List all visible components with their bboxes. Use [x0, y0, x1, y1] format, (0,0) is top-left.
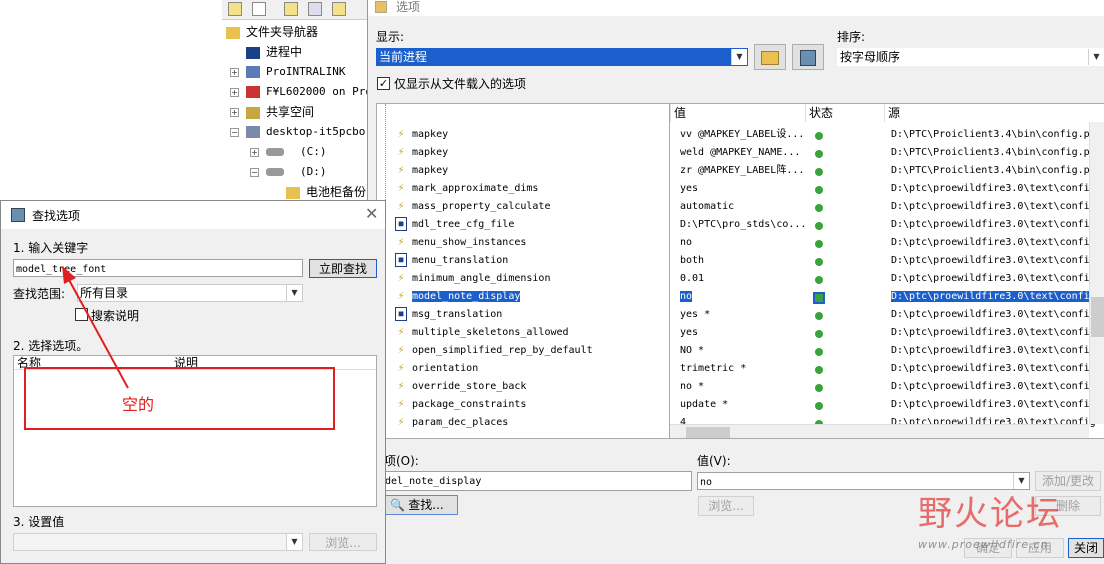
annotation-arrow: [62, 266, 129, 389]
